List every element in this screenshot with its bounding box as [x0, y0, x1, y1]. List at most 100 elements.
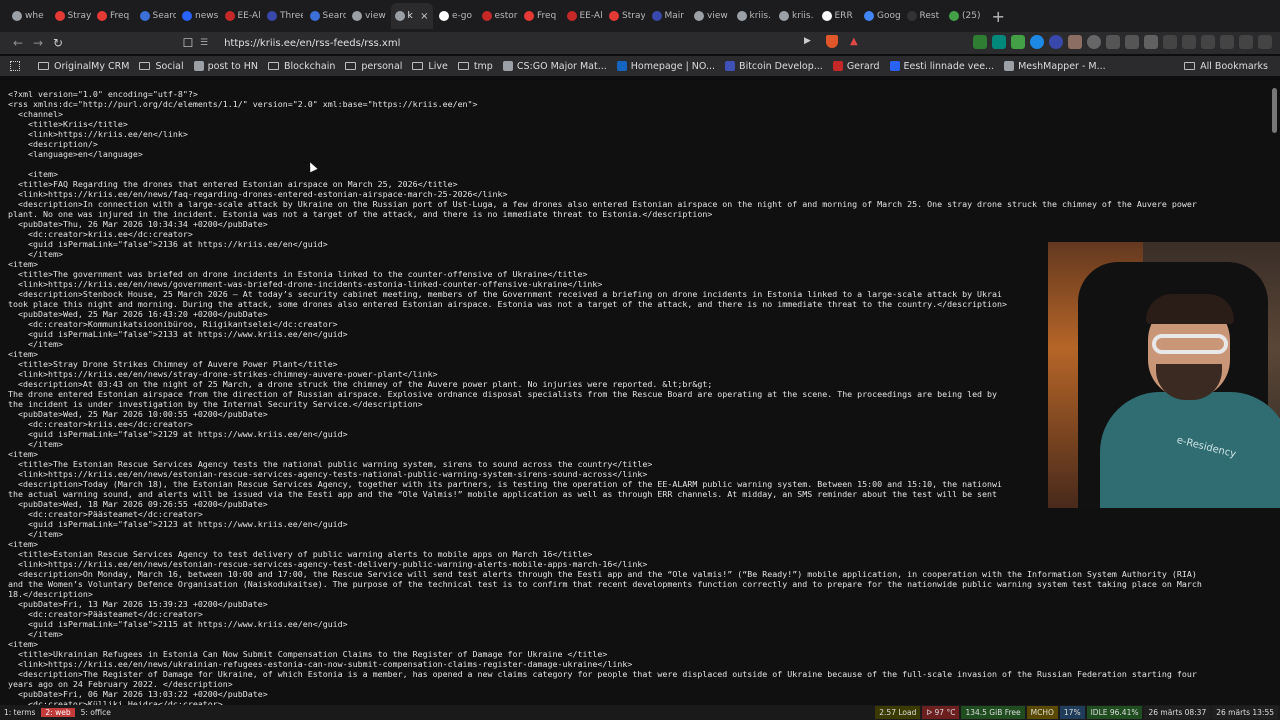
tab-label: e-go [452, 11, 473, 21]
tab-10[interactable]: e-go [435, 3, 475, 29]
bookmark-favicon-icon [832, 61, 843, 71]
tab-favicon-icon [97, 11, 107, 21]
bookmark-item[interactable]: MeshMapper - M... [1004, 61, 1106, 72]
apps-icon[interactable] [10, 61, 20, 71]
all-bookmarks[interactable]: All Bookmarks [1184, 61, 1268, 72]
window-icon[interactable] [1182, 35, 1196, 49]
rewards-icon[interactable]: ▲ [850, 36, 858, 47]
bookmark-item[interactable]: Blockchain [267, 61, 335, 72]
tab-18[interactable]: kriis. [775, 3, 815, 29]
bookmark-item[interactable]: tmp [457, 61, 493, 72]
tab-20[interactable]: Goog [860, 3, 900, 29]
tab-0[interactable]: whe [8, 3, 48, 29]
tab-15[interactable]: Mair [648, 3, 688, 29]
bookmark-item[interactable]: Gerard [832, 61, 880, 72]
xml-line: <item> [8, 639, 38, 649]
tab-strip: whe Stray Freq Searc news EE-Al Three Searc view… [0, 0, 1280, 32]
xml-line: </item> [8, 629, 63, 639]
tab-17[interactable]: kriis. [733, 3, 773, 29]
bookmark-item[interactable]: Bitcoin Develop... [725, 61, 823, 72]
tab-8[interactable]: view [348, 3, 388, 29]
webcam-overlay: e-Residency [1048, 242, 1280, 508]
bookmark-item[interactable]: Social [139, 61, 184, 72]
tab-19[interactable]: ERR [818, 3, 858, 29]
xml-line: The drone entered Estonian airspace from… [8, 389, 998, 399]
tab-label: estor [494, 11, 518, 21]
xml-line: <link>https://kriis.ee/en/news/faq-regar… [8, 189, 508, 199]
info-icon[interactable] [1087, 35, 1101, 49]
tab-13[interactable]: EE-Al [563, 3, 603, 29]
brave-shield-icon[interactable] [826, 35, 838, 48]
extension-icon[interactable] [973, 35, 987, 49]
bookmark-favicon-icon [502, 61, 513, 71]
tab-1[interactable]: Stray [51, 3, 91, 29]
close-icon[interactable]: × [420, 11, 428, 22]
menu-icon[interactable] [1258, 35, 1272, 49]
tab-favicon-icon [779, 11, 789, 21]
bookmark-favicon-icon [725, 61, 736, 71]
tab-favicon-icon [694, 11, 704, 21]
play-icon[interactable]: ▶ [804, 36, 811, 46]
scrollbar-thumb[interactable] [1272, 88, 1277, 133]
bookmark-item[interactable]: post to HN [193, 61, 258, 72]
tab-label: Searc [322, 11, 346, 21]
extension-icon[interactable] [1068, 35, 1082, 49]
bookmark-item[interactable]: Live [412, 61, 448, 72]
sidebar-icon[interactable] [1201, 35, 1215, 49]
bookmark-label: Bitcoin Develop... [739, 60, 823, 72]
extension-icon[interactable] [1049, 35, 1063, 49]
tab-favicon-icon [821, 11, 832, 21]
tab-22[interactable]: (25) [945, 3, 985, 29]
workspace-item[interactable]: 1: terms [4, 708, 35, 717]
back-icon[interactable]: ← [8, 36, 28, 50]
folder-icon [457, 62, 469, 70]
xml-line: the actual warning sound, and alerts wil… [8, 489, 998, 499]
xml-line: <pubDate>Fri, 13 Mar 2026 15:39:23 +0200… [8, 599, 268, 609]
tab-14[interactable]: Stray [605, 3, 645, 29]
leo-icon[interactable] [1239, 35, 1253, 49]
xml-line: <guid isPermaLink="false">2115 at https:… [8, 619, 348, 629]
tab-6[interactable]: Three [263, 3, 303, 29]
extension-icon[interactable] [1106, 35, 1120, 49]
tab-21[interactable]: Rest [903, 3, 943, 29]
xml-line: <description>Today (March 18), the Eston… [8, 479, 1003, 489]
tab-3[interactable]: Searc [136, 3, 176, 29]
tab-7[interactable]: Searc [306, 3, 346, 29]
reload-icon[interactable]: ↻ [48, 36, 68, 50]
puzzle-icon[interactable] [1163, 35, 1177, 49]
address-bar[interactable]: ☰ https://kriis.ee/en/rss-feeds/rss.xml [200, 34, 870, 52]
bookmark-item[interactable]: Homepage | NO... [616, 61, 715, 72]
xml-line: <link>https://kriis.ee/en</link> [8, 129, 188, 139]
extension-icon[interactable] [1125, 35, 1139, 49]
workspace-item[interactable]: 5: office [81, 708, 111, 717]
tab-5[interactable]: EE-Al [221, 3, 261, 29]
folder-icon [345, 62, 357, 70]
site-info-icon[interactable]: ☰ [200, 38, 208, 48]
tab-16[interactable]: view [690, 3, 730, 29]
tab-11[interactable]: estor [478, 3, 518, 29]
wallet-icon[interactable] [1220, 35, 1234, 49]
bookmark-item[interactable]: OriginalMy CRM [38, 61, 129, 72]
bookmark-item[interactable]: personal [345, 61, 402, 72]
workspace-item[interactable]: 2: web [41, 708, 75, 717]
xml-line: <title>FAQ Regarding the drones that ent… [8, 179, 458, 189]
tab-2[interactable]: Freq [93, 3, 133, 29]
new-tab-button[interactable]: + [992, 7, 1005, 26]
tab-12[interactable]: Freq [520, 3, 560, 29]
tab-9[interactable]: k × [390, 3, 433, 29]
extension-icon[interactable] [992, 35, 1006, 49]
tab-4[interactable]: news [178, 3, 218, 29]
tab-label: EE-Al [237, 11, 261, 21]
status-indicator: IDLE 96.41% [1086, 706, 1143, 719]
tab-favicon-icon [481, 11, 492, 21]
bookmark-item[interactable]: CS:GO Major Mat... [502, 61, 607, 72]
extension-icon[interactable] [1030, 35, 1044, 49]
extension-icon[interactable] [1011, 35, 1025, 49]
forward-icon[interactable]: → [28, 36, 48, 50]
tab-favicon-icon [352, 11, 362, 21]
tab-favicon-icon [566, 11, 577, 21]
status-indicator: MCHO [1026, 706, 1058, 719]
bookmark-icon[interactable]: ☐ [178, 36, 198, 50]
extension-icon[interactable] [1144, 35, 1158, 49]
bookmark-item[interactable]: Eesti linnade vee... [889, 61, 994, 72]
